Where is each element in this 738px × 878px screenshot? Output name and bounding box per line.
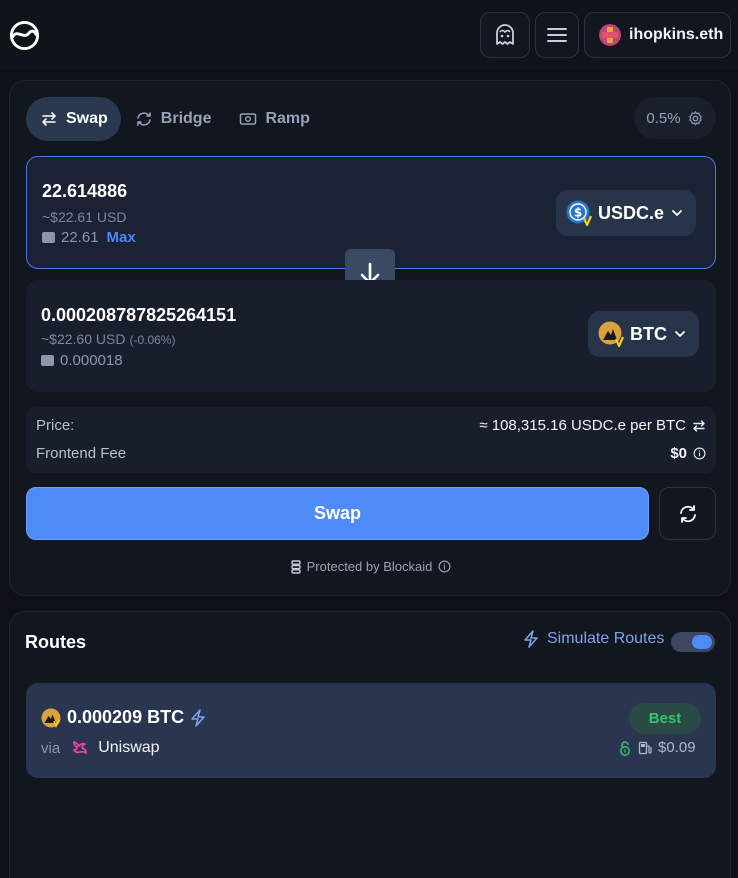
avatar: [599, 24, 621, 46]
fee-value-text: $0: [670, 445, 687, 462]
quote-info: Price: ≈ 108,315.16 USDC.e per BTC Front…: [26, 407, 716, 473]
tab-bridge-label: Bridge: [160, 110, 212, 127]
slippage-value: 0.5%: [646, 109, 681, 127]
to-balance: 0.000018: [41, 352, 123, 369]
route-gas-value: $0.09: [658, 739, 696, 756]
refresh-quote-button[interactable]: [659, 487, 716, 540]
unlock-icon: [620, 740, 630, 756]
info-icon[interactable]: [693, 447, 706, 460]
uniswap-logo-icon: [73, 741, 87, 754]
gas-pump-icon: [638, 741, 652, 754]
price-label: Price:: [36, 417, 75, 434]
swap-arrows-icon: [42, 112, 56, 126]
routes-card: Routes Simulate Routes 0.000209 BTC via: [9, 611, 731, 878]
account-button[interactable]: ihopkins.eth: [584, 12, 731, 58]
simulate-routes-toggle[interactable]: [671, 632, 715, 652]
route-item[interactable]: 0.000209 BTC via Uniswap Best $0.09: [26, 683, 716, 778]
tab-swap-label: Swap: [66, 110, 108, 127]
btc-token-icon: [598, 321, 625, 348]
price-value-text: ≈ 108,315.16 USDC.e per BTC: [479, 417, 686, 434]
from-balance: 22.61 Max: [42, 229, 136, 246]
usdc-token-icon: $: [566, 200, 593, 227]
chevron-down-icon: [672, 210, 682, 216]
from-usd-value: ~$22.61 USD: [42, 209, 127, 225]
max-button[interactable]: Max: [107, 229, 136, 246]
mode-tabs: Swap Bridge Ramp: [26, 97, 324, 141]
simulate-routes-text: Simulate Routes: [547, 630, 665, 647]
gear-icon: [688, 110, 702, 125]
tab-ramp[interactable]: Ramp: [225, 97, 323, 141]
to-panel: 0.000208787825264151 ~$22.60 USD (-0.06%)…: [26, 280, 716, 392]
chevron-down-icon: [675, 331, 685, 337]
menu-icon: [547, 28, 567, 42]
ghost-button[interactable]: [480, 12, 530, 58]
info-icon[interactable]: [438, 560, 451, 573]
blockaid-logo-icon: [290, 559, 301, 574]
wallet-icon: [42, 232, 55, 243]
refresh-icon: [679, 504, 696, 523]
via-label: via: [41, 739, 61, 757]
route-via: via Uniswap: [41, 738, 160, 758]
app-logo-icon[interactable]: [8, 19, 41, 52]
protected-by-blockaid: Protected by Blockaid: [10, 559, 732, 574]
fee-value: $0: [670, 445, 706, 462]
top-header: ihopkins.eth: [0, 0, 738, 70]
best-badge: Best: [629, 703, 701, 734]
route-amount: 0.000209 BTC: [41, 707, 206, 728]
to-usd-text: ~$22.60 USD: [41, 331, 126, 347]
lightning-icon: [191, 708, 205, 727]
price-row: Price: ≈ 108,315.16 USDC.e per BTC: [36, 417, 706, 434]
to-amount: 0.000208787825264151: [41, 305, 237, 325]
tab-swap[interactable]: Swap: [26, 97, 121, 141]
lightning-icon: [524, 630, 538, 648]
to-token-symbol: BTC: [630, 323, 667, 344]
simulate-routes-label[interactable]: Simulate Routes: [523, 630, 664, 648]
route-dex: Uniswap: [98, 739, 160, 756]
price-value[interactable]: ≈ 108,315.16 USDC.e per BTC: [479, 417, 706, 434]
fee-label: Frontend Fee: [36, 445, 127, 462]
menu-button[interactable]: [535, 12, 579, 58]
swap-card: Swap Bridge Ramp 0.5% 22.614886 ~$22.61 …: [9, 80, 731, 596]
slippage-button[interactable]: 0.5%: [634, 97, 716, 139]
ramp-cash-icon: [240, 113, 257, 125]
to-balance-value: 0.000018: [60, 352, 123, 369]
to-token-select[interactable]: BTC: [588, 311, 699, 357]
ghost-icon: [496, 24, 514, 45]
account-name: ihopkins.eth: [629, 26, 724, 43]
routes-title: Routes: [25, 632, 87, 652]
fee-row: Frontend Fee $0: [36, 445, 706, 462]
wallet-icon: [41, 355, 54, 366]
tab-bridge[interactable]: Bridge: [121, 97, 226, 141]
route-amount-text: 0.000209 BTC: [67, 707, 185, 727]
route-gas: $0.09: [618, 739, 696, 756]
from-token-select[interactable]: $ USDC.e: [556, 190, 697, 236]
to-usd-value: ~$22.60 USD (-0.06%): [41, 331, 175, 347]
toggle-knob: [692, 635, 712, 649]
swap-arrows-icon: [693, 419, 705, 432]
protected-label: Protected by Blockaid: [306, 559, 433, 574]
swap-button[interactable]: Swap: [26, 487, 649, 540]
from-token-symbol: USDC.e: [598, 202, 665, 223]
from-balance-value: 22.61: [61, 229, 99, 246]
tab-ramp-label: Ramp: [265, 110, 310, 127]
btc-token-icon: [41, 708, 61, 728]
to-usd-change: (-0.06%): [129, 333, 176, 347]
svg-text:$: $: [574, 206, 582, 220]
bridge-refresh-icon: [136, 112, 151, 126]
from-amount-input[interactable]: 22.614886: [42, 181, 127, 202]
